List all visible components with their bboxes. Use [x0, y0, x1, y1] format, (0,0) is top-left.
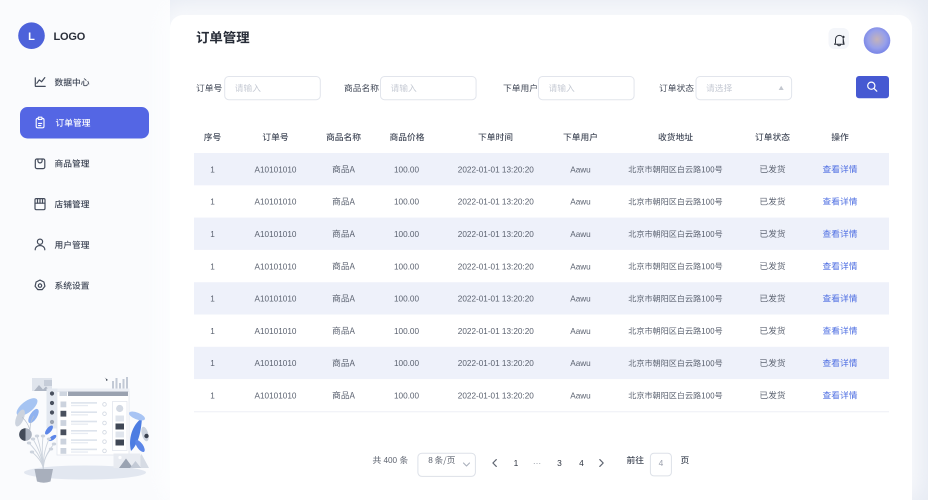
svg-text:8: 8	[428, 456, 433, 465]
svg-text:3: 3	[557, 458, 562, 468]
svg-text:4: 4	[579, 458, 584, 468]
svg-text:···: ···	[533, 458, 541, 468]
svg-text:400: 400	[383, 456, 397, 465]
svg-text:1: 1	[514, 458, 519, 468]
svg-text:L: L	[28, 31, 35, 43]
svg-text:LOGO: LOGO	[54, 31, 86, 43]
svg-text:4: 4	[659, 458, 664, 468]
